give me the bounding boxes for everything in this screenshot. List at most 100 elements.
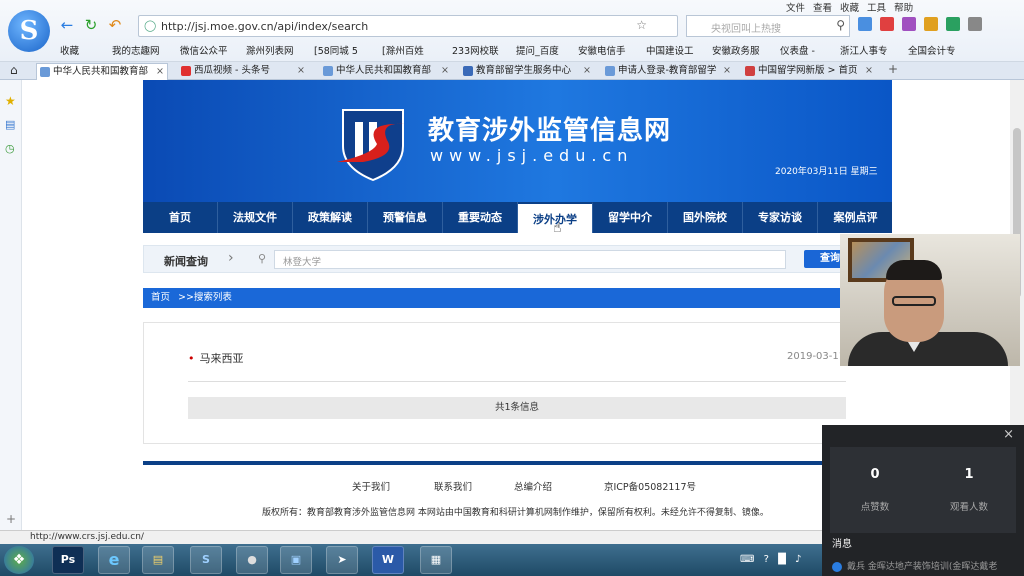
tab-favicon-icon [40, 67, 50, 77]
tab-moe-2[interactable]: 中华人民共和国教育部 × [320, 63, 452, 80]
calendar-icon[interactable]: ▦ [420, 546, 452, 574]
ie-browser-icon[interactable]: e [98, 546, 130, 574]
favorites-star-icon[interactable]: ★ [5, 94, 16, 108]
footer-icp[interactable]: 京ICP备05082117号 [604, 479, 696, 493]
menu-file[interactable]: 文件 [786, 3, 805, 14]
tab-label: 中国留学网新版 > 首页 [758, 65, 858, 76]
result-title[interactable]: 马来西亚 [188, 350, 244, 366]
fav-item[interactable]: [58同城 5 [314, 43, 358, 57]
tab-moe-1[interactable]: 中华人民共和国教育部 × [36, 63, 168, 80]
close-icon[interactable]: × [1003, 427, 1014, 442]
star-icon[interactable]: ☆ [636, 18, 647, 32]
home-icon[interactable]: ⌂ [10, 63, 18, 77]
app-icon[interactable]: ● [236, 546, 268, 574]
menu-favorites[interactable]: 收藏 [840, 3, 859, 14]
footer-about[interactable]: 关于我们 [352, 479, 390, 493]
nav-policy[interactable]: 政策解读 [293, 202, 368, 233]
fav-item[interactable]: 全国会计专 [908, 43, 956, 57]
divider [188, 381, 846, 382]
back-icon[interactable]: ← [58, 16, 76, 34]
address-url[interactable]: http://jsj.moe.gov.cn/api/index/search [161, 20, 368, 33]
fav-item[interactable]: 滁州列表网 [246, 43, 294, 57]
toolbar-icons [858, 17, 990, 34]
nav-agencies[interactable]: 留学中介 [593, 202, 668, 233]
close-tab-icon[interactable]: × [441, 63, 449, 79]
send-icon[interactable]: ➤ [326, 546, 358, 574]
tray-network-icon[interactable]: █ [778, 554, 786, 565]
fav-item[interactable]: 安徽电信手 [578, 43, 626, 57]
tab-label: 教育部留学生服务中心 [476, 65, 572, 76]
mail-icon[interactable] [880, 17, 894, 31]
fav-item[interactable]: 安徽政务服 [712, 43, 760, 57]
nav-warnings[interactable]: 预警信息 [368, 202, 443, 233]
tools-icon[interactable] [902, 17, 916, 31]
tray-volume-icon[interactable]: ♪ [795, 554, 801, 565]
breadcrumb-home[interactable]: 首页 [151, 292, 170, 303]
fav-item[interactable]: 收藏 [60, 43, 79, 57]
history-icon[interactable]: ◷ [5, 142, 15, 155]
fav-item[interactable]: 中国建设工 [646, 43, 694, 57]
tab-liuxue[interactable]: 中国留学网新版 > 首页 × [742, 63, 876, 80]
close-tab-icon[interactable]: × [865, 63, 873, 79]
nav-cases[interactable]: 案例点评 [818, 202, 893, 233]
sogou-browser-icon[interactable]: S [190, 546, 222, 574]
fav-item[interactable]: 微信公众平 [180, 43, 228, 57]
start-button-icon[interactable]: ❖ [4, 546, 34, 574]
messages-label: 消息 [832, 539, 852, 550]
tab-strip: ⌂ 中华人民共和国教育部 × 西瓜视频 - 头条号 × 中华人民共和国教育部 × 教育… [0, 62, 1024, 80]
grid-icon[interactable] [968, 17, 982, 31]
close-tab-icon[interactable]: × [723, 63, 731, 79]
query-button[interactable]: 查询 [804, 250, 844, 268]
footer-contact[interactable]: 联系我们 [434, 479, 472, 493]
search-icon[interactable]: ⚲ [836, 18, 845, 32]
fav-item[interactable]: [滁州百姓 [382, 43, 424, 57]
likes-label: 点赞数 [860, 502, 890, 513]
menu-tools[interactable]: 工具 [867, 3, 886, 14]
screen-capture-icon[interactable]: ▣ [280, 546, 312, 574]
nav-home[interactable]: 首页 [143, 202, 218, 233]
footer-editor[interactable]: 总编介绍 [514, 479, 552, 493]
result-count: 共1条信息 [188, 397, 846, 419]
key-icon[interactable] [924, 17, 938, 31]
word-icon[interactable]: W [372, 546, 404, 574]
plugin-icon[interactable] [946, 17, 960, 31]
tab-label: 西瓜视频 - 头条号 [194, 65, 270, 76]
menu-view[interactable]: 查看 [813, 3, 832, 14]
photoshop-icon[interactable]: Ps [52, 546, 84, 574]
fav-item[interactable]: 233网校联 [452, 43, 499, 57]
viewers-count: 1 [964, 467, 974, 482]
extension-icon[interactable] [858, 17, 872, 31]
tray-help-icon[interactable]: ? [764, 554, 769, 565]
reader-icon[interactable]: ▤ [5, 118, 15, 131]
nav-interviews[interactable]: 专家访谈 [743, 202, 818, 233]
tab-xigua[interactable]: 西瓜视频 - 头条号 × [178, 63, 308, 80]
status-bar: http://www.crs.jsj.edu.cn/ [0, 530, 822, 544]
add-icon[interactable]: + [6, 512, 16, 526]
tab-favicon-icon [463, 66, 473, 76]
tab-label: 中华人民共和国教育部 [336, 65, 432, 76]
results-panel [143, 322, 892, 444]
nav-foreign-institutions[interactable]: 国外院校 [668, 202, 743, 233]
nav-regulations[interactable]: 法规文件 [218, 202, 293, 233]
status-url: http://www.crs.jsj.edu.cn/ [30, 532, 144, 542]
close-tab-icon[interactable]: × [583, 63, 591, 79]
news-search-input[interactable]: 林登大学 [274, 250, 786, 269]
close-tab-icon[interactable]: × [156, 64, 164, 80]
address-bar[interactable]: ◯ http://jsj.moe.gov.cn/api/index/search… [138, 15, 678, 37]
browser-search-input[interactable]: 央视回叫上热搜 ⚲ [686, 15, 850, 37]
tray-keyboard-icon[interactable]: ⌨ [740, 554, 754, 565]
fav-item[interactable]: 仪表盘 - [780, 43, 815, 57]
tab-login[interactable]: 申请人登录-教育部留学 × [602, 63, 734, 80]
folder-icon[interactable]: ▤ [142, 546, 174, 574]
undo-icon[interactable]: ↶ [106, 16, 124, 34]
refresh-icon[interactable]: ↻ [82, 16, 100, 34]
fav-item[interactable]: 提问_百度 [516, 43, 559, 57]
tab-cscse[interactable]: 教育部留学生服务中心 × [460, 63, 594, 80]
fav-item[interactable]: 浙江人事专 [840, 43, 888, 57]
message-preview[interactable]: 戴兵 金晖达地产装饰培训(金晖达戴老 [832, 559, 1017, 572]
new-tab-icon[interactable]: + [888, 62, 898, 76]
menu-help[interactable]: 帮助 [894, 3, 913, 14]
nav-news[interactable]: 重要动态 [443, 202, 518, 233]
fav-item[interactable]: 我的志趣网 [112, 43, 160, 57]
close-tab-icon[interactable]: × [297, 63, 305, 79]
